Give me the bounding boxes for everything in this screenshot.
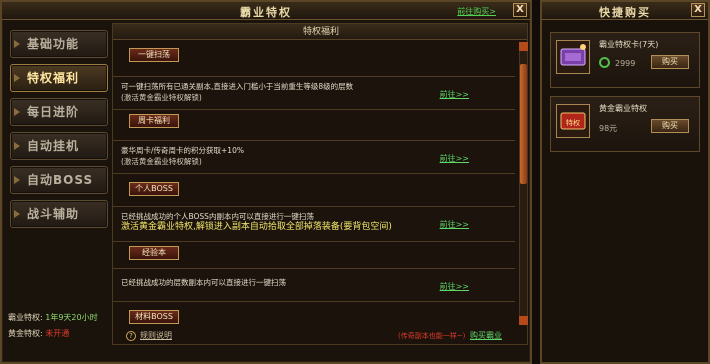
tab-label: 特权福利 <box>27 71 80 85</box>
scroll-up-arrow[interactable] <box>519 42 528 51</box>
buy-button[interactable]: 购买 <box>651 55 689 69</box>
quick-title-bar: 快捷购买 X <box>542 2 708 20</box>
section-exp: 已经挑战成功的层数副本内可以直接进行一键扫荡 前往>> <box>113 268 515 302</box>
section-tag-weekly: 周卡福利 <box>129 114 179 128</box>
quick-title: 快捷购买 <box>599 6 651 19</box>
item-price: 98元 <box>599 124 618 133</box>
item-name: 霸业特权卡(7天) <box>599 40 659 49</box>
gold-status: 未开通 <box>45 329 70 338</box>
bayue-label: 霸业特权: <box>8 313 43 322</box>
tab-privilege-benefits[interactable]: 特权福利 <box>10 64 108 92</box>
section-tag-material-boss: 材料BOSS <box>129 310 179 324</box>
rule-link[interactable]: 规则说明 <box>140 330 172 341</box>
section-weekly: 豪华周卡/传奇周卡的积分获取+10% (激活黄金霸业特权解锁) 前往>> <box>113 140 515 174</box>
section-sweep: 可一键扫荡所有已通关副本,直接进入门槛小于当前重生等级8级的层数 (激活黄金霸业… <box>113 76 515 110</box>
benefits-panel: 特权福利 一键扫荡 可一键扫荡所有已通关副本,直接进入门槛小于当前重生等级8级的… <box>112 23 528 345</box>
coin-icon <box>599 57 610 68</box>
question-icon[interactable]: ? <box>126 331 136 341</box>
item-price: 2999 <box>615 59 636 68</box>
close-button[interactable]: X <box>691 3 705 17</box>
section-tag-exp: 经验本 <box>129 246 179 260</box>
go-link[interactable]: 前往>> <box>440 281 469 292</box>
tab-auto-idle[interactable]: 自动挂机 <box>10 132 108 160</box>
item-card-privilege: 霸业特权卡(7天) 2999 购买 <box>550 32 700 88</box>
privilege-status: 霸业特权: 1年9天20小时 黄金特权: 未开通 <box>8 310 108 342</box>
tab-battle-assist[interactable]: 战斗辅助 <box>10 200 108 228</box>
tab-label: 自动挂机 <box>27 139 80 153</box>
bayue-remaining: 1年9天20小时 <box>45 313 98 322</box>
gold-privilege-icon: 特权 <box>556 104 590 138</box>
panel-header: 特权福利 <box>113 24 527 40</box>
tab-label: 自动BOSS <box>27 173 94 187</box>
bottom-hint: (传奇副本也能一样~) <box>398 332 466 340</box>
buy-bayue-link[interactable]: 购买霸业 <box>470 330 502 341</box>
tab-daily-advance[interactable]: 每日进阶 <box>10 98 108 126</box>
tab-auto-boss[interactable]: 自动BOSS <box>10 166 108 194</box>
privilege-card-icon <box>556 40 590 74</box>
tab-label: 每日进阶 <box>27 105 80 119</box>
buy-button[interactable]: 购买 <box>651 119 689 133</box>
window-title-bar: 霸业特权 前往购买> X <box>2 2 530 20</box>
close-button[interactable]: X <box>513 3 527 17</box>
scrollbar-thumb[interactable] <box>520 64 527 184</box>
section-tag-personal-boss: 个人BOSS <box>129 182 179 196</box>
go-link[interactable]: 前往>> <box>440 89 469 100</box>
section-tag-sweep: 一键扫荡 <box>129 48 179 62</box>
quick-buy-window: 快捷购买 X 霸业特权卡(7天) 2999 购买 特权 黄金霸业特权 98元 购… <box>540 0 710 364</box>
privilege-window: 霸业特权 前往购买> X 基础功能 特权福利 每日进阶 自动挂机 自动BOSS … <box>0 0 532 364</box>
go-buy-link[interactable]: 前往购买> <box>457 6 496 17</box>
item-name: 黄金霸业特权 <box>599 104 647 113</box>
tab-label: 基础功能 <box>27 37 80 51</box>
tab-label: 战斗辅助 <box>27 207 80 221</box>
item-card-gold: 特权 黄金霸业特权 98元 购买 <box>550 96 700 152</box>
section-personal-boss: 已经挑战成功的个人BOSS内副本内可以直接进行一键扫荡 激活黄金霸业特权,解锁进… <box>113 206 515 242</box>
go-link[interactable]: 前往>> <box>440 153 469 164</box>
scroll-down-arrow[interactable] <box>519 316 528 325</box>
gold-label: 黄金特权: <box>8 329 43 338</box>
bottom-bar: ? 规则说明 (传奇副本也能一样~) 购买霸业 <box>112 328 528 348</box>
window-title: 霸业特权 <box>240 6 292 19</box>
svg-text:特权: 特权 <box>566 118 580 127</box>
go-link[interactable]: 前往>> <box>440 219 469 230</box>
tab-basic[interactable]: 基础功能 <box>10 30 108 58</box>
